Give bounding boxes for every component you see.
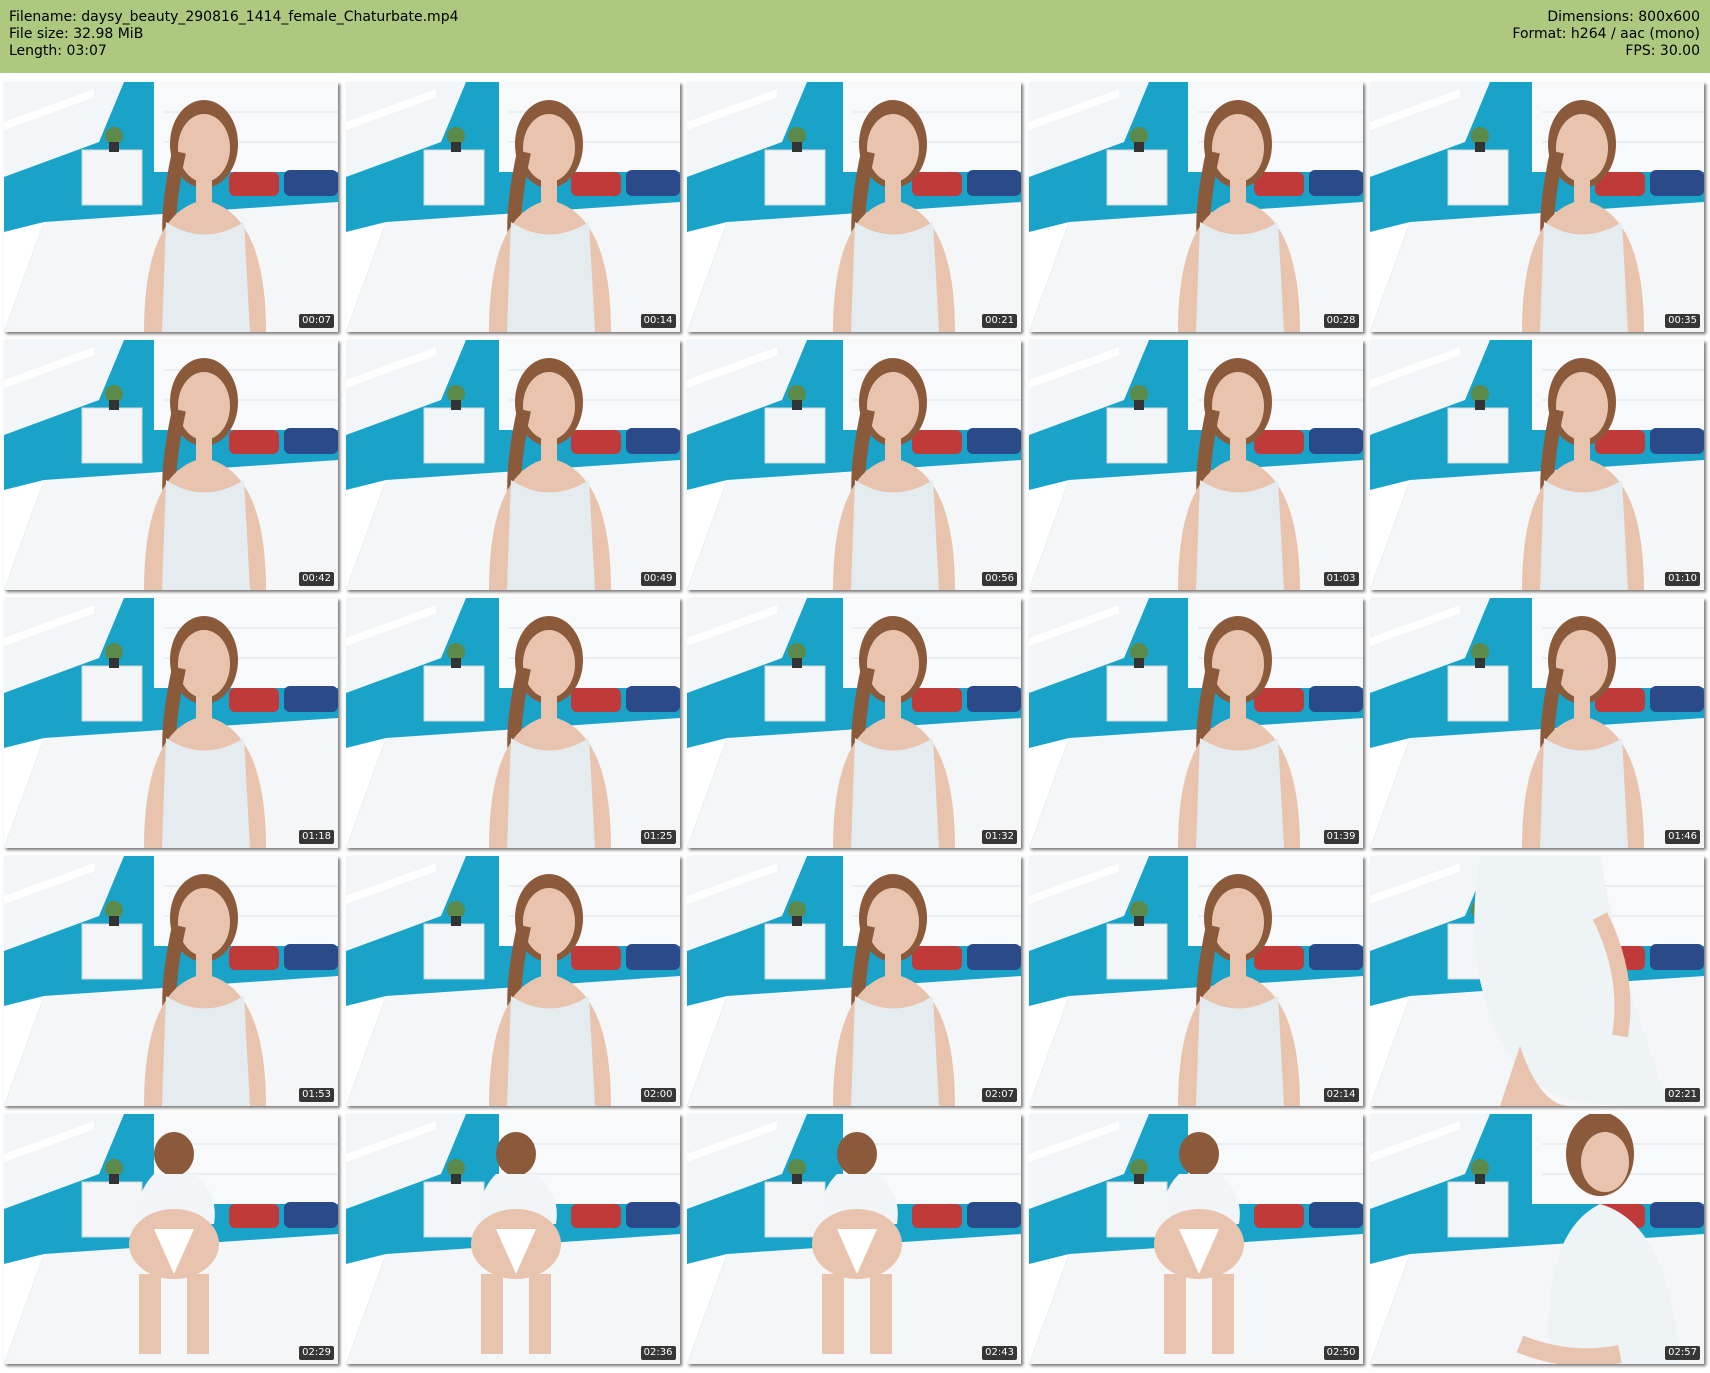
video-thumbnail[interactable]: 02:14 — [1028, 856, 1363, 1106]
timestamp-label: 01:39 — [1323, 830, 1359, 844]
thumbnail-frame-image — [687, 340, 1021, 590]
metadata-right: Dimensions: 800x600 Format: h264 / aac (… — [1512, 9, 1700, 60]
video-thumbnail[interactable]: 00:28 — [1028, 82, 1363, 332]
video-thumbnail[interactable]: 02:29 — [4, 1114, 338, 1364]
thumbnail-frame-image — [1370, 82, 1704, 332]
thumbnail-frame-image — [1370, 856, 1704, 1106]
timestamp-label: 01:32 — [982, 830, 1017, 844]
video-thumbnail[interactable]: 00:49 — [345, 340, 680, 590]
timestamp-label: 02:00 — [640, 1088, 676, 1102]
thumbnail-frame-image — [1028, 598, 1363, 848]
thumbnail-frame-image — [4, 340, 338, 590]
video-thumbnail[interactable]: 01:46 — [1370, 598, 1704, 848]
thumbnail-frame-image — [4, 856, 338, 1106]
video-thumbnail[interactable]: 01:18 — [4, 598, 338, 848]
timestamp-label: 00:56 — [982, 572, 1017, 586]
video-thumbnail[interactable]: 01:32 — [687, 598, 1021, 848]
timestamp-label: 01:46 — [1665, 830, 1700, 844]
thumbnail-grid: 00:07 00:14 00:21 00:28 00:35 00:42 00:49 00:56… — [4, 82, 1704, 1364]
timestamp-label: 02:43 — [982, 1346, 1017, 1360]
video-thumbnail[interactable]: 02:36 — [345, 1114, 680, 1364]
timestamp-label: 01:53 — [299, 1088, 334, 1102]
thumbnail-frame-image — [687, 82, 1021, 332]
video-thumbnail[interactable]: 02:43 — [687, 1114, 1021, 1364]
timestamp-label: 02:29 — [299, 1346, 334, 1360]
timestamp-label: 00:21 — [982, 314, 1017, 328]
video-thumbnail[interactable]: 01:39 — [1028, 598, 1363, 848]
video-thumbnail[interactable]: 02:00 — [345, 856, 680, 1106]
video-thumbnail[interactable]: 02:50 — [1028, 1114, 1363, 1364]
length-text: Length: 03:07 — [9, 43, 107, 59]
thumbnail-frame-image — [345, 1114, 680, 1364]
metadata-left: Filename: daysy_beauty_290816_1414_femal… — [9, 9, 458, 60]
thumbnail-frame-image — [1370, 1114, 1704, 1364]
thumbnail-frame-image — [1028, 340, 1363, 590]
thumbnail-frame-image — [1028, 856, 1363, 1106]
video-thumbnail[interactable]: 00:21 — [687, 82, 1021, 332]
thumbnail-frame-image — [4, 598, 338, 848]
metadata-header: Filename: daysy_beauty_290816_1414_femal… — [0, 0, 1710, 73]
timestamp-label: 02:07 — [982, 1088, 1017, 1102]
video-thumbnail[interactable]: 01:53 — [4, 856, 338, 1106]
timestamp-label: 00:07 — [299, 314, 334, 328]
thumbnail-frame-image — [345, 340, 680, 590]
video-thumbnail[interactable]: 02:07 — [687, 856, 1021, 1106]
video-thumbnail[interactable]: 00:14 — [345, 82, 680, 332]
timestamp-label: 00:14 — [640, 314, 676, 328]
timestamp-label: 01:03 — [1323, 572, 1359, 586]
fps-text: FPS: 30.00 — [1625, 43, 1700, 59]
timestamp-label: 00:49 — [640, 572, 676, 586]
timestamp-label: 00:35 — [1665, 314, 1700, 328]
thumbnail-frame-image — [687, 1114, 1021, 1364]
timestamp-label: 01:18 — [299, 830, 334, 844]
timestamp-label: 02:21 — [1665, 1088, 1700, 1102]
video-thumbnail[interactable]: 02:57 — [1370, 1114, 1704, 1364]
video-thumbnail[interactable]: 00:42 — [4, 340, 338, 590]
thumbnail-frame-image — [687, 598, 1021, 848]
video-thumbnail[interactable]: 01:25 — [345, 598, 680, 848]
filename-text: Filename: daysy_beauty_290816_1414_femal… — [9, 9, 459, 25]
timestamp-label: 02:50 — [1323, 1346, 1359, 1360]
thumbnail-frame-image — [345, 856, 680, 1106]
video-thumbnail[interactable]: 01:03 — [1028, 340, 1363, 590]
thumbnail-frame-image — [345, 598, 680, 848]
thumbnail-frame-image — [1370, 340, 1704, 590]
video-thumbnail[interactable]: 00:07 — [4, 82, 338, 332]
timestamp-label: 01:10 — [1665, 572, 1700, 586]
format-text: Format: h264 / aac (mono) — [1512, 26, 1700, 42]
timestamp-label: 00:42 — [299, 572, 334, 586]
timestamp-label: 02:57 — [1665, 1346, 1700, 1360]
video-thumbnail[interactable]: 02:21 — [1370, 856, 1704, 1106]
thumbnail-frame-image — [345, 82, 680, 332]
video-thumbnail[interactable]: 00:35 — [1370, 82, 1704, 332]
timestamp-label: 02:14 — [1323, 1088, 1359, 1102]
filesize-text: File size: 32.98 MiB — [9, 26, 144, 42]
video-thumbnail[interactable]: 00:56 — [687, 340, 1021, 590]
timestamp-label: 02:36 — [640, 1346, 676, 1360]
thumbnail-frame-image — [1028, 82, 1363, 332]
timestamp-label: 01:25 — [640, 830, 676, 844]
thumbnail-frame-image — [687, 856, 1021, 1106]
thumbnail-frame-image — [4, 1114, 338, 1364]
thumbnail-frame-image — [1370, 598, 1704, 848]
dimensions-text: Dimensions: 800x600 — [1547, 9, 1700, 25]
thumbnail-frame-image — [1028, 1114, 1363, 1364]
video-thumbnail[interactable]: 01:10 — [1370, 340, 1704, 590]
timestamp-label: 00:28 — [1323, 314, 1359, 328]
thumbnail-frame-image — [4, 82, 338, 332]
